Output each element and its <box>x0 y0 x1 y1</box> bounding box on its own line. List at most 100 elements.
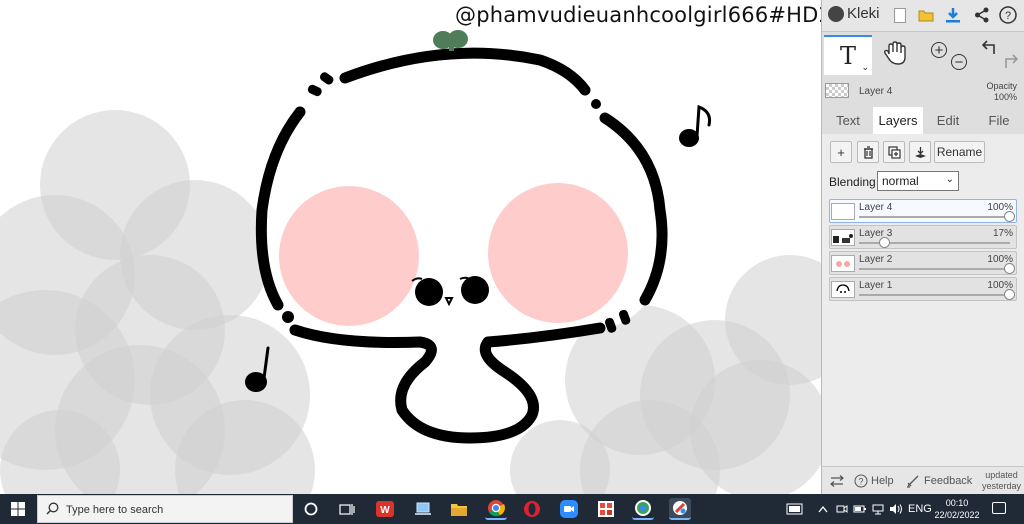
zoom-icon[interactable] <box>558 498 580 520</box>
tool-row: T ⌄ + − <box>822 33 1024 77</box>
layers-tab-content: + Rename Blending normal ⌄ Layer 4 100% <box>822 134 1024 494</box>
windows-taskbar: Type here to search W ENG 00:10 22/02/20… <box>0 494 1024 524</box>
opacity-value: 100% <box>993 92 1017 102</box>
download-icon[interactable] <box>943 5 963 25</box>
rename-layer-button[interactable]: Rename <box>934 141 985 163</box>
updated-info[interactable]: updated yesterday <box>982 470 1021 492</box>
blending-value: normal <box>882 174 919 188</box>
feedback-icon <box>907 475 919 488</box>
kleki-icon[interactable] <box>669 498 691 520</box>
network-icon[interactable] <box>871 494 885 524</box>
merge-layer-button[interactable] <box>909 141 931 163</box>
text-tool-button[interactable]: T ⌄ <box>824 35 872 75</box>
layer-thumbnail <box>831 281 855 298</box>
taskbar-search[interactable]: Type here to search <box>37 495 293 523</box>
panel-tabs: Text Layers Edit File <box>822 107 1024 134</box>
layer-thumbnail <box>831 229 855 246</box>
opera-icon[interactable] <box>521 498 543 520</box>
slider-knob[interactable] <box>1004 289 1015 300</box>
windows-logo-icon <box>11 502 25 516</box>
slider-knob[interactable] <box>1004 211 1015 222</box>
layer-opacity-slider[interactable] <box>859 237 1010 248</box>
artwork <box>0 30 821 494</box>
laptop-icon[interactable] <box>412 498 434 520</box>
chevron-down-icon: ⌄ <box>945 174 954 185</box>
panel-footer: ? Help Feedback updated yesterday <box>822 466 1024 494</box>
layer-item[interactable]: Layer 1 100% <box>829 277 1017 301</box>
kleki-logo[interactable]: Kleki <box>828 5 880 22</box>
current-layer-opacity: Opacity 100% <box>986 81 1017 103</box>
zoom-out-icon[interactable]: − <box>951 54 967 70</box>
swap-sides-icon[interactable] <box>830 467 844 495</box>
updated-line1: updated <box>985 470 1018 480</box>
wps-office-icon[interactable]: W <box>374 498 396 520</box>
layer-opacity-slider[interactable] <box>859 263 1015 274</box>
layer-thumbnail <box>831 255 855 272</box>
help-icon[interactable]: ? <box>998 5 1018 25</box>
duplicate-layer-button[interactable] <box>883 141 905 163</box>
music-note-right <box>679 104 711 147</box>
tab-layers[interactable]: Layers <box>873 107 923 134</box>
battery-icon[interactable] <box>853 494 867 524</box>
add-layer-button[interactable]: + <box>830 141 852 163</box>
notifications-icon[interactable] <box>992 502 1006 514</box>
clock-date: 22/02/2022 <box>934 510 980 520</box>
svg-text:?: ? <box>858 477 863 487</box>
slider-knob[interactable] <box>1004 263 1015 274</box>
chevron-down-icon[interactable]: ⌄ <box>861 63 869 73</box>
drawing-canvas[interactable]: @phamvudieuanhcoolgirl666#HD247 <box>0 0 821 494</box>
current-layer-name: Layer 4 <box>859 86 893 97</box>
left-blush <box>279 186 419 326</box>
language-indicator[interactable]: ENG <box>908 494 932 524</box>
layer-opacity-slider[interactable] <box>859 289 1015 300</box>
panel-top-bar: Kleki ? <box>822 0 1024 32</box>
tab-text[interactable]: Text <box>826 107 870 134</box>
start-button[interactable] <box>0 494 36 524</box>
updated-line2: yesterday <box>981 481 1021 491</box>
blending-select[interactable]: normal ⌄ <box>877 171 959 191</box>
undo-icon[interactable] <box>981 39 998 60</box>
layer-opacity: 17% <box>992 228 1013 239</box>
battery-meter-icon[interactable] <box>786 494 804 524</box>
help-button[interactable]: ? Help <box>854 467 894 495</box>
text-tool-label: T <box>839 42 856 70</box>
app-name: Kleki <box>847 5 880 22</box>
cortana-icon[interactable] <box>300 498 322 520</box>
clock[interactable]: 00:10 22/02/2022 <box>934 497 980 521</box>
zoom-in-icon[interactable]: + <box>931 42 947 58</box>
clock-time: 00:10 <box>945 498 969 508</box>
watermark-text: @phamvudieuanhcoolgirl666#HD247 <box>455 3 821 27</box>
layer-item[interactable]: Layer 3 17% <box>829 225 1017 249</box>
layer-name: Layer 1 <box>859 280 893 291</box>
chrome-alt-icon[interactable] <box>632 498 654 520</box>
search-icon <box>46 502 59 518</box>
current-layer-thumbnail <box>825 83 849 98</box>
help-circle-icon: ? <box>854 474 868 488</box>
open-folder-icon[interactable] <box>916 5 936 25</box>
layer-thumbnail <box>831 203 855 220</box>
hand-icon[interactable] <box>883 41 906 71</box>
tab-edit[interactable]: Edit <box>926 107 970 134</box>
delete-layer-button[interactable] <box>857 141 879 163</box>
file-explorer-icon[interactable] <box>448 498 470 520</box>
redo-icon[interactable] <box>1002 53 1019 74</box>
current-layer-info: Layer 4 Opacity 100% <box>822 78 1024 106</box>
share-icon[interactable] <box>972 5 992 25</box>
merge-down-icon <box>914 146 926 158</box>
new-file-icon[interactable] <box>890 5 910 25</box>
meet-now-icon[interactable] <box>836 494 848 524</box>
chrome-icon[interactable] <box>485 498 507 520</box>
task-view-icon[interactable] <box>336 498 358 520</box>
layer-opacity-slider[interactable] <box>859 211 1015 222</box>
feedback-button[interactable]: Feedback <box>906 467 972 495</box>
layer-item[interactable]: Layer 2 100% <box>829 251 1017 275</box>
layer-item[interactable]: Layer 4 100% <box>829 199 1017 223</box>
layer-name: Layer 2 <box>859 254 893 265</box>
photos-icon[interactable] <box>595 498 617 520</box>
chevron-up-icon[interactable] <box>818 494 828 524</box>
tab-file[interactable]: File <box>977 107 1021 134</box>
volume-icon[interactable] <box>889 494 903 524</box>
opacity-label: Opacity <box>986 81 1017 91</box>
duplicate-icon <box>887 145 901 159</box>
slider-knob[interactable] <box>878 237 890 248</box>
